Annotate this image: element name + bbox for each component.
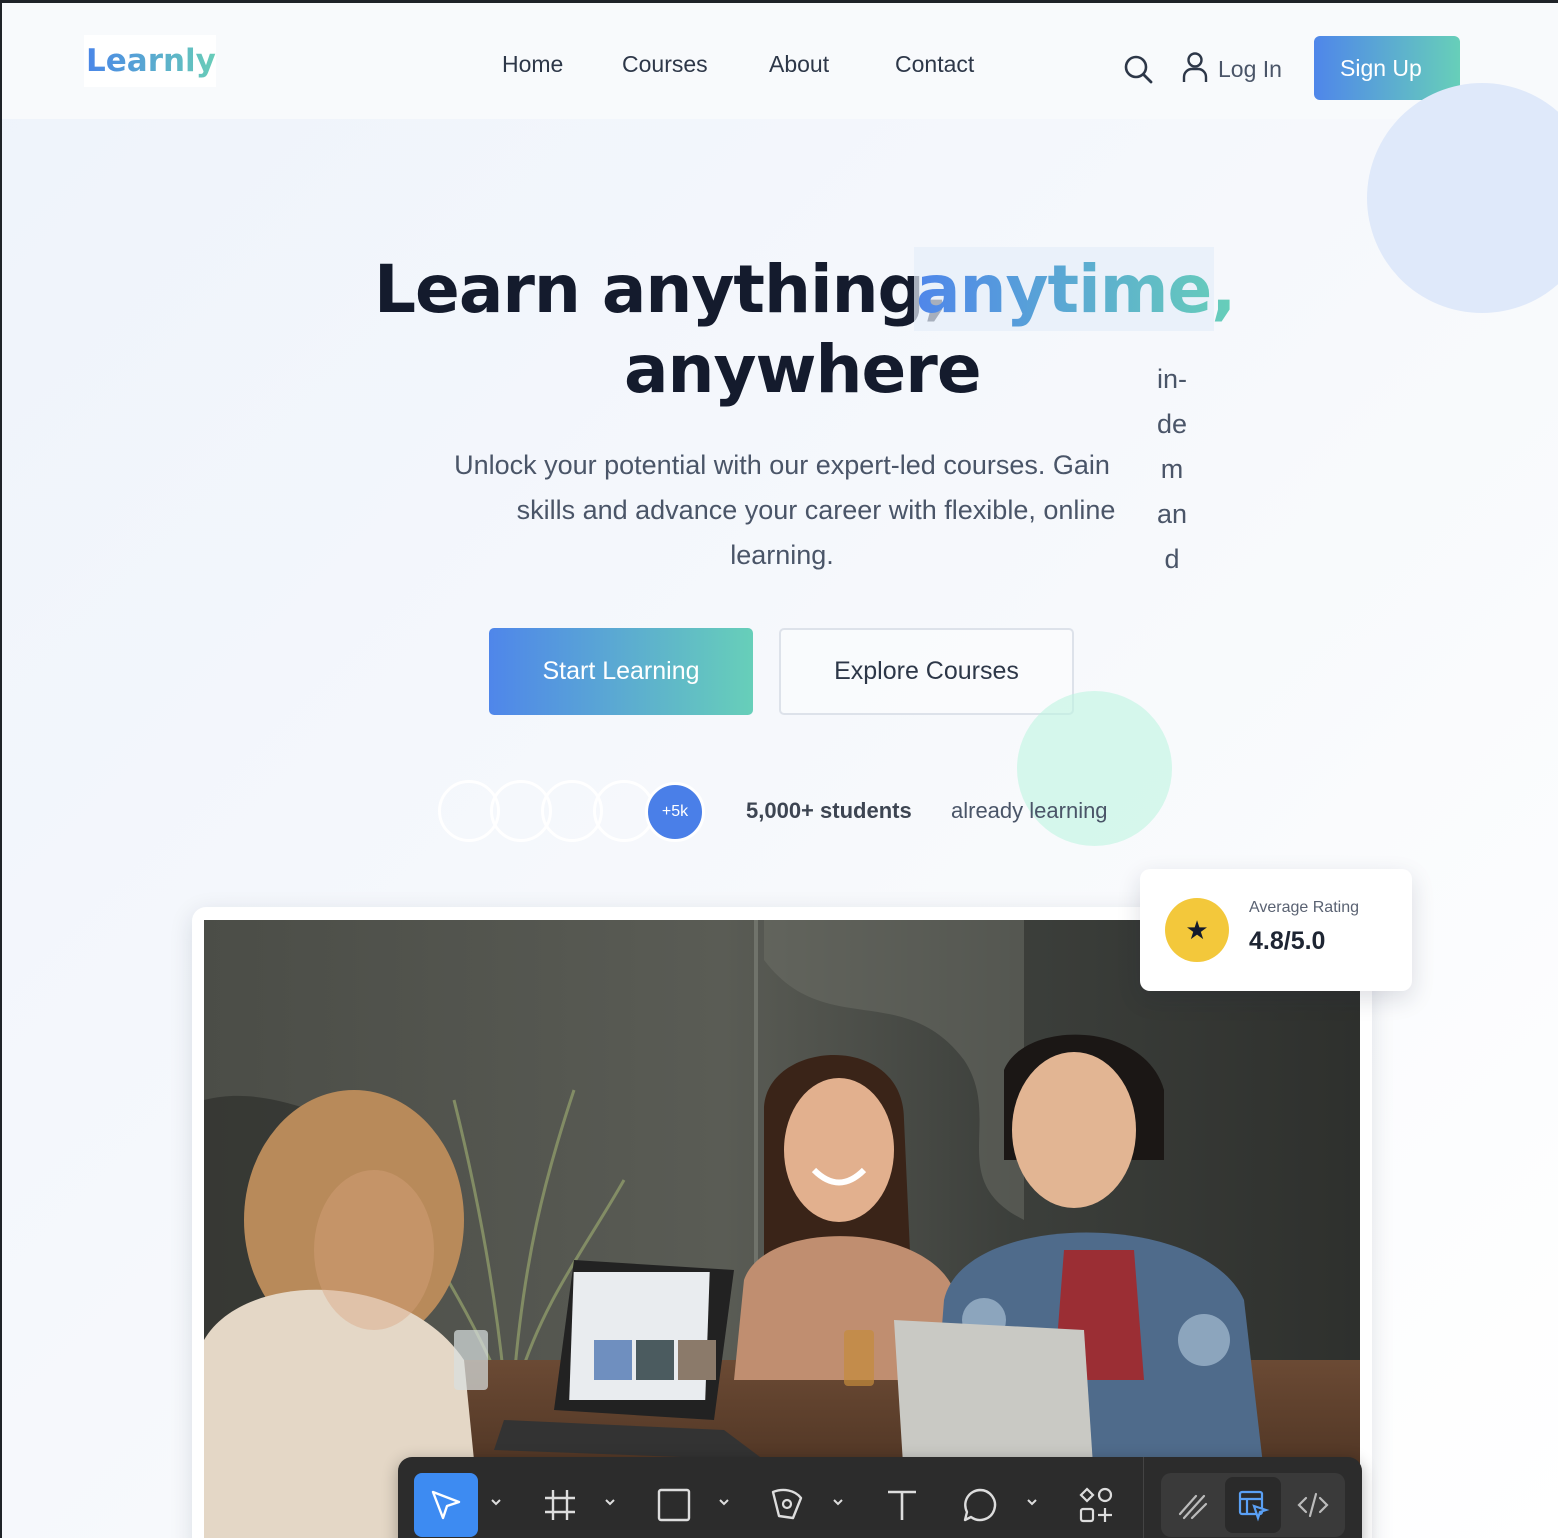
star-icon: ★ bbox=[1165, 898, 1229, 962]
dev-inspect-icon[interactable] bbox=[1225, 1477, 1281, 1533]
word-fragment: de bbox=[1156, 409, 1188, 439]
subtitle-line: learning. bbox=[730, 540, 834, 570]
chevron-down-icon[interactable] bbox=[831, 1495, 845, 1509]
chevron-down-icon[interactable] bbox=[1025, 1495, 1039, 1509]
start-learning-button[interactable]: Start Learning bbox=[489, 628, 753, 715]
explore-courses-button[interactable]: Explore Courses bbox=[779, 628, 1074, 715]
mode-switcher bbox=[1161, 1473, 1345, 1537]
landing-page: Learnly Home Courses About Contact Log I… bbox=[2, 3, 1558, 1538]
nav-link-home[interactable]: Home bbox=[502, 51, 563, 78]
frame-tool-icon[interactable] bbox=[528, 1473, 592, 1537]
students-count: 5,000+ students bbox=[746, 798, 912, 823]
hero-title-accent: anytime, bbox=[916, 251, 1236, 328]
chevron-down-icon[interactable] bbox=[489, 1495, 503, 1509]
students-suffix: already learning bbox=[951, 798, 1108, 823]
brand-logo[interactable]: Learnly bbox=[84, 35, 216, 87]
students-photo bbox=[204, 920, 1360, 1538]
text-tool-icon[interactable] bbox=[870, 1473, 934, 1537]
rating-label: Average Rating bbox=[1249, 899, 1359, 916]
search-icon[interactable] bbox=[1122, 53, 1154, 85]
toolbar-divider bbox=[1143, 1457, 1144, 1538]
draw-mode-icon[interactable] bbox=[1165, 1477, 1221, 1533]
code-view-icon[interactable] bbox=[1285, 1477, 1341, 1533]
login-link[interactable]: Log In bbox=[1182, 51, 1282, 88]
components-tool-icon[interactable] bbox=[1064, 1473, 1128, 1537]
top-navigation: Learnly Home Courses About Contact Log I… bbox=[2, 3, 1558, 119]
rectangle-tool-icon[interactable] bbox=[642, 1473, 706, 1537]
nav-link-about[interactable]: About bbox=[769, 51, 829, 78]
rating-value: 4.8/5.0 bbox=[1249, 927, 1326, 955]
user-icon bbox=[1182, 51, 1208, 88]
word-fragment: in- bbox=[1156, 364, 1187, 394]
design-toolbar bbox=[398, 1457, 1362, 1538]
student-count-badge: +5k bbox=[645, 782, 705, 842]
move-tool-icon[interactable] bbox=[414, 1473, 478, 1537]
nav-link-courses[interactable]: Courses bbox=[622, 51, 708, 78]
login-label: Log In bbox=[1218, 56, 1282, 82]
hero-title-part2: anywhere bbox=[624, 331, 982, 408]
nav-link-contact[interactable]: Contact bbox=[895, 51, 974, 78]
logo-text: Learnly bbox=[86, 43, 216, 79]
chevron-down-icon[interactable] bbox=[717, 1495, 731, 1509]
comment-tool-icon[interactable] bbox=[948, 1473, 1012, 1537]
rating-card: ★ Average Rating 4.8/5.0 bbox=[1140, 869, 1412, 991]
chevron-down-icon[interactable] bbox=[603, 1495, 617, 1509]
hero-subtitle: Unlock your potential with our expert-le… bbox=[402, 443, 1162, 578]
subtitle-line: Unlock your potential with our expert-le… bbox=[454, 450, 1110, 480]
subtitle-line: skills and advance your career with flex… bbox=[516, 495, 1116, 525]
hero-title-part1: Learn anything, bbox=[374, 251, 949, 328]
pen-tool-icon[interactable] bbox=[756, 1473, 820, 1537]
